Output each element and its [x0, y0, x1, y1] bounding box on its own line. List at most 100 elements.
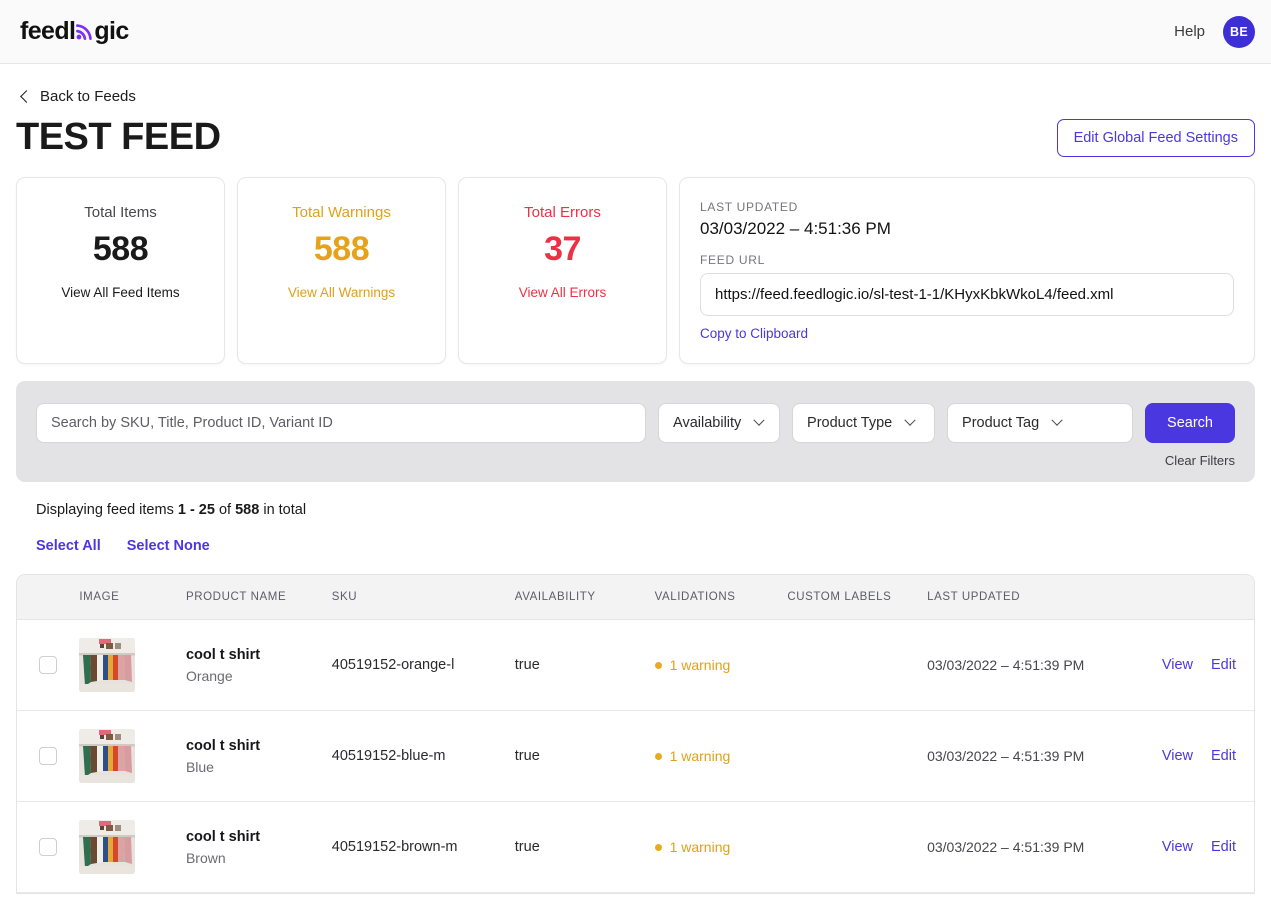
table-row: cool t shirt Blue 40519152-blue-m true 1… [17, 711, 1254, 802]
edit-global-feed-settings-button[interactable]: Edit Global Feed Settings [1057, 119, 1255, 157]
column-header-validations: VALIDATIONS [655, 575, 788, 620]
stat-value: 37 [544, 230, 581, 269]
view-link[interactable]: View [1162, 657, 1193, 673]
table-row: cool t shirt Orange 40519152-orange-l tr… [17, 620, 1254, 711]
row-product-cell: cool t shirt Brown [186, 802, 332, 893]
row-actions: View Edit [1143, 748, 1254, 764]
availability-select-label: Availability [673, 415, 741, 431]
view-all-errors-link[interactable]: View All Errors [519, 285, 607, 300]
view-all-warnings-link[interactable]: View All Warnings [288, 285, 395, 300]
app-header: feedl gic Help BE [0, 0, 1271, 64]
avatar[interactable]: BE [1223, 16, 1255, 48]
stat-label: Total Items [84, 204, 157, 221]
feed-info-card: LAST UPDATED 03/03/2022 – 4:51:36 PM FEE… [679, 177, 1255, 364]
last-updated-label: LAST UPDATED [700, 200, 1234, 214]
validation-badge[interactable]: 1 warning [655, 657, 788, 673]
view-all-feed-items-link[interactable]: View All Feed Items [61, 285, 179, 300]
product-type-select[interactable]: Product Type [792, 403, 935, 443]
product-name: cool t shirt [186, 829, 332, 845]
last-updated-value: 03/03/2022 – 4:51:36 PM [700, 219, 1234, 239]
column-header-custom-labels: CUSTOM LABELS [787, 575, 927, 620]
chevron-down-icon [755, 419, 763, 427]
feed-url-label: FEED URL [700, 253, 1234, 267]
warning-dot-icon [655, 662, 662, 669]
row-actions-cell: View Edit [1143, 711, 1254, 802]
product-tag-select-label: Product Tag [962, 415, 1039, 431]
view-link[interactable]: View [1162, 839, 1193, 855]
filter-row: Availability Product Type Product Tag Se… [36, 403, 1235, 443]
select-none-link[interactable]: Select None [127, 538, 210, 554]
row-custom-labels-cell [787, 802, 927, 893]
validation-label: 1 warning [670, 839, 731, 855]
back-to-feeds-label: Back to Feeds [40, 88, 136, 105]
row-last-updated-cell: 03/03/2022 – 4:51:39 PM [927, 802, 1143, 893]
select-all-link[interactable]: Select All [36, 538, 101, 554]
column-header-last-updated: LAST UPDATED [927, 575, 1143, 620]
validation-badge[interactable]: 1 warning [655, 748, 788, 764]
column-header-select [17, 575, 79, 620]
edit-link[interactable]: Edit [1211, 839, 1236, 855]
row-custom-labels-cell [787, 711, 927, 802]
row-actions: View Edit [1143, 839, 1254, 855]
stat-label: Total Errors [524, 204, 601, 221]
table-row: cool t shirt Brown 40519152-brown-m true… [17, 802, 1254, 893]
validation-label: 1 warning [670, 657, 731, 673]
row-availability-cell: true [515, 711, 655, 802]
validation-badge[interactable]: 1 warning [655, 839, 788, 855]
row-sku-cell: 40519152-brown-m [332, 802, 515, 893]
feed-url-input[interactable] [700, 273, 1234, 316]
product-thumbnail[interactable] [79, 729, 135, 783]
row-last-updated-cell: 03/03/2022 – 4:51:39 PM [927, 711, 1143, 802]
selection-actions: Select All Select None [36, 538, 1255, 554]
title-row: TEST FEED Edit Global Feed Settings [16, 117, 1255, 159]
help-link[interactable]: Help [1174, 23, 1205, 40]
row-product-cell: cool t shirt Orange [186, 620, 332, 711]
row-checkbox[interactable] [39, 747, 57, 765]
last-updated-value: 03/03/2022 – 4:51:39 PM [927, 748, 1084, 764]
row-checkbox[interactable] [39, 656, 57, 674]
page-title: TEST FEED [16, 117, 221, 159]
edit-link[interactable]: Edit [1211, 748, 1236, 764]
results-meta-range: 1 - 25 [178, 502, 215, 518]
column-header-product-name: PRODUCT NAME [186, 575, 332, 620]
search-input[interactable] [36, 403, 646, 443]
column-header-image: IMAGE [79, 575, 186, 620]
table-header: IMAGE PRODUCT NAME SKU AVAILABILITY VALI… [17, 575, 1254, 620]
results-meta-of: of [219, 502, 231, 518]
feed-items-table: IMAGE PRODUCT NAME SKU AVAILABILITY VALI… [16, 574, 1255, 895]
rss-feed-icon [75, 22, 94, 41]
last-updated-value: 03/03/2022 – 4:51:39 PM [927, 657, 1084, 673]
results-meta-prefix: Displaying feed items [36, 502, 174, 518]
edit-link[interactable]: Edit [1211, 657, 1236, 673]
product-name: cool t shirt [186, 647, 332, 663]
product-tag-select[interactable]: Product Tag [947, 403, 1133, 443]
row-custom-labels-cell [787, 620, 927, 711]
back-to-feeds-link[interactable]: Back to Feeds [20, 88, 136, 105]
column-header-sku: SKU [332, 575, 515, 620]
row-select-cell [17, 802, 79, 893]
logo-text-start: feedl [20, 17, 75, 46]
column-header-actions [1143, 575, 1254, 620]
table-header-row: IMAGE PRODUCT NAME SKU AVAILABILITY VALI… [17, 575, 1254, 620]
logo-text-end: gic [94, 17, 128, 46]
stat-value: 588 [93, 230, 148, 269]
results-meta: Displaying feed items 1 - 25 of 588 in t… [36, 502, 1255, 518]
search-button[interactable]: Search [1145, 403, 1235, 443]
product-variant: Brown [186, 850, 332, 866]
product-thumbnail[interactable] [79, 820, 135, 874]
feedlogic-logo[interactable]: feedl gic [20, 17, 129, 46]
stat-card-total-items: Total Items 588 View All Feed Items [16, 177, 225, 364]
results-meta-suffix: in total [263, 502, 306, 518]
copy-to-clipboard-link[interactable]: Copy to Clipboard [700, 326, 808, 341]
warning-dot-icon [655, 844, 662, 851]
product-thumbnail[interactable] [79, 638, 135, 692]
row-last-updated-cell: 03/03/2022 – 4:51:39 PM [927, 620, 1143, 711]
stat-card-total-warnings: Total Warnings 588 View All Warnings [237, 177, 446, 364]
row-actions-cell: View Edit [1143, 802, 1254, 893]
clear-filters-link[interactable]: Clear Filters [1165, 453, 1235, 468]
filter-bar: Availability Product Type Product Tag Se… [16, 381, 1255, 482]
product-variant: Blue [186, 759, 332, 775]
availability-select[interactable]: Availability [658, 403, 780, 443]
row-checkbox[interactable] [39, 838, 57, 856]
view-link[interactable]: View [1162, 748, 1193, 764]
